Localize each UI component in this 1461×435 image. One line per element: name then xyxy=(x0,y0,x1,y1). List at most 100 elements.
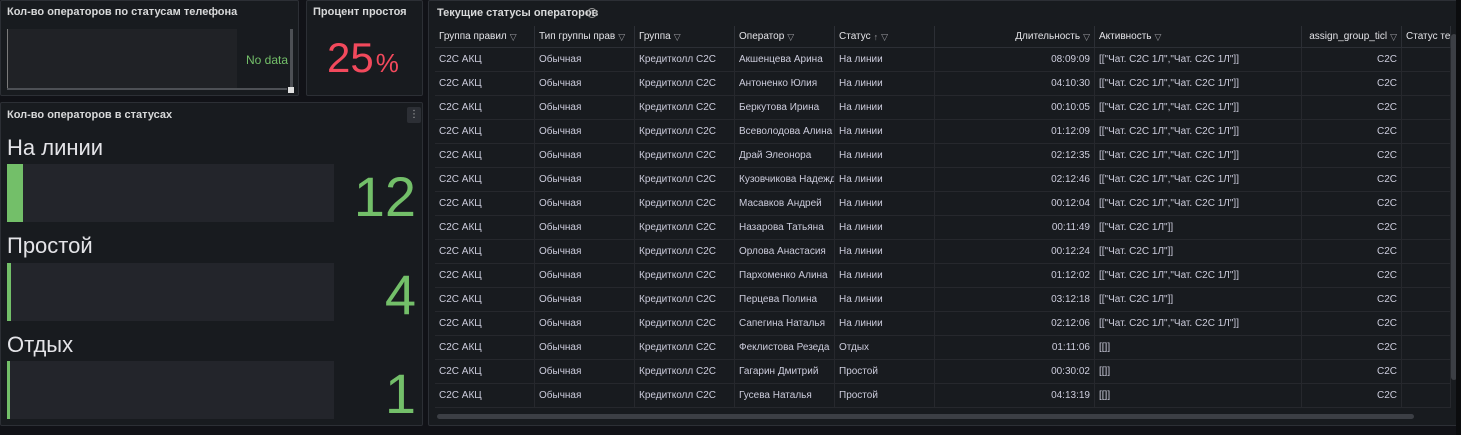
table-cell: C2C xyxy=(1302,312,1402,335)
table-cell: 01:12:02 xyxy=(935,264,1095,287)
table-cell: C2C АКЦ xyxy=(435,264,535,287)
gauge-fill xyxy=(7,164,24,222)
gauge-fill xyxy=(7,361,10,419)
table-row[interactable]: C2C АКЦ Обычная Кредитколл C2C Всеволодова … xyxy=(435,120,1451,144)
table-row[interactable]: C2C АКЦ Обычная Кредитколл C2C Драй Элеонор… xyxy=(435,144,1451,168)
column-header-label: Статус xyxy=(839,30,871,42)
table-cell: [["Чат. C2C 1Л","Чат. C2C 1Л"]] xyxy=(1095,72,1302,95)
column-header[interactable]: Статус ↑ ▽ xyxy=(835,26,935,47)
column-header[interactable]: Длительность ▽ xyxy=(935,26,1095,47)
table-cell: [["Чат. C2C 1Л","Чат. C2C 1Л"]] xyxy=(1095,192,1302,215)
column-header[interactable]: assign_group_ticl ▽ xyxy=(1302,26,1402,47)
resize-handle[interactable] xyxy=(288,87,294,93)
table-row[interactable]: C2C АКЦ Обычная Кредитколл C2C Феклистова Р… xyxy=(435,336,1451,360)
table-cell: C2C xyxy=(1302,192,1402,215)
column-header[interactable]: Активность ▽ xyxy=(1095,26,1302,47)
filter-icon[interactable]: ▽ xyxy=(881,26,888,47)
table-cell: 04:10:30 xyxy=(935,72,1095,95)
table-row[interactable]: C2C АКЦ Обычная Кредитколл C2C Назарова Тат… xyxy=(435,216,1451,240)
gauge-value: 4 xyxy=(384,263,416,326)
table-cell: C2C АКЦ xyxy=(435,120,535,143)
table-cell: На линии xyxy=(835,288,935,311)
table-row[interactable]: C2C АКЦ Обычная Кредитколл C2C Пархоменко А… xyxy=(435,264,1451,288)
table-row[interactable]: C2C АКЦ Обычная Кредитколл C2C Акшенцева Ар… xyxy=(435,48,1451,72)
table-cell: На линии xyxy=(835,264,935,287)
filter-icon[interactable]: ▽ xyxy=(674,26,681,47)
table-cell: C2C xyxy=(1302,216,1402,239)
table-cell: C2C xyxy=(1302,96,1402,119)
gauge-label: На линии xyxy=(7,135,104,160)
column-header[interactable]: Группа ▽ xyxy=(635,26,735,47)
table-row[interactable]: C2C АКЦ Обычная Кредитколл C2C Орлова Анаст… xyxy=(435,240,1451,264)
table-cell: Простой xyxy=(835,360,935,383)
table-row[interactable]: C2C АКЦ Обычная Кредитколл C2C Сапегина Нат… xyxy=(435,312,1451,336)
sort-asc-icon[interactable]: ↑ xyxy=(874,26,879,47)
gauge-fill xyxy=(7,263,11,321)
filter-icon[interactable]: ▽ xyxy=(1155,26,1162,47)
table-cell: Орлова Анастасия xyxy=(735,240,835,263)
column-header[interactable]: Оператор ▽ xyxy=(735,26,835,47)
table-cell: Гагарин Дмитрий xyxy=(735,360,835,383)
table-cell: 03:12:18 xyxy=(935,288,1095,311)
horizontal-scrollbar[interactable] xyxy=(7,88,287,90)
table-cell: C2C xyxy=(1302,240,1402,263)
table-cell: На линии xyxy=(835,312,935,335)
table-row[interactable]: C2C АКЦ Обычная Кредитколл C2C Гусева Натал… xyxy=(435,384,1451,408)
table-cell xyxy=(1402,336,1451,359)
table-cell: Масавков Андрей xyxy=(735,192,835,215)
column-header[interactable]: Статус теле xyxy=(1402,26,1451,47)
table-cell: 02:12:35 xyxy=(935,144,1095,167)
vertical-scrollbar[interactable] xyxy=(290,29,293,89)
filter-icon[interactable]: ▽ xyxy=(1083,26,1090,47)
table-cell: C2C АКЦ xyxy=(435,240,535,263)
table-cell: На линии xyxy=(835,216,935,239)
filter-icon[interactable]: ▽ xyxy=(618,26,625,47)
table-cell: C2C АКЦ xyxy=(435,360,535,383)
table-row[interactable]: C2C АКЦ Обычная Кредитколл C2C Кузовчикова … xyxy=(435,168,1451,192)
table-cell: 00:11:49 xyxy=(935,216,1095,239)
table-cell: На линии xyxy=(835,96,935,119)
table-cell xyxy=(1402,192,1451,215)
table-cell: На линии xyxy=(835,192,935,215)
table-cell: 01:11:06 xyxy=(935,336,1095,359)
gauge-label: Отдых xyxy=(7,332,74,357)
filter-icon[interactable]: ▽ xyxy=(1390,26,1397,47)
phone-status-panel: Кол-во операторов по статусам телефона N… xyxy=(0,0,299,96)
column-header[interactable]: Группа правил ▽ xyxy=(435,26,535,47)
column-header-label: Оператор xyxy=(739,30,785,42)
column-header-label: Группа xyxy=(639,30,671,42)
table-cell: Обычная xyxy=(535,48,635,71)
table-horizontal-scrollbar[interactable] xyxy=(437,414,1414,419)
table-row[interactable]: C2C АКЦ Обычная Кредитколл C2C Гагарин Дмит… xyxy=(435,360,1451,384)
table-row[interactable]: C2C АКЦ Обычная Кредитколл C2C Перцева Поли… xyxy=(435,288,1451,312)
table-cell: Обычная xyxy=(535,264,635,287)
table-row[interactable]: C2C АКЦ Обычная Кредитколл C2C Антоненко Юл… xyxy=(435,72,1451,96)
filter-icon[interactable]: ▽ xyxy=(787,26,794,47)
table-cell: Антоненко Юлия xyxy=(735,72,835,95)
table-cell: Кредитколл C2C xyxy=(635,192,735,215)
gauge-bar xyxy=(7,361,334,419)
table-cell: [["Чат. C2C 1Л","Чат. C2C 1Л"]] xyxy=(1095,120,1302,143)
operators-by-status-panel: Кол-во операторов в статусах ⋮ На линии 1… xyxy=(0,102,423,426)
table-cell: C2C АКЦ xyxy=(435,144,535,167)
table-row[interactable]: C2C АКЦ Обычная Кредитколл C2C Беркутова Ир… xyxy=(435,96,1451,120)
table-cell xyxy=(1402,216,1451,239)
table-cell: C2C xyxy=(1302,144,1402,167)
table-cell: Кредитколл C2C xyxy=(635,288,735,311)
more-vertical-icon[interactable]: ⋮ xyxy=(407,107,421,123)
table-cell: 00:10:05 xyxy=(935,96,1095,119)
table-row[interactable]: C2C АКЦ Обычная Кредитколл C2C Масавков Анд… xyxy=(435,192,1451,216)
table-cell: Обычная xyxy=(535,168,635,191)
gauge-label: Простой xyxy=(7,233,93,258)
info-icon[interactable]: i xyxy=(587,8,597,18)
table-cell: C2C xyxy=(1302,48,1402,71)
table-cell: Кредитколл C2C xyxy=(635,96,735,119)
table-cell: [[]] xyxy=(1095,336,1302,359)
column-header[interactable]: Тип группы прав ▽ xyxy=(535,26,635,47)
table-cell: Обычная xyxy=(535,360,635,383)
filter-icon[interactable]: ▽ xyxy=(510,26,517,47)
table-cell: Кредитколл C2C xyxy=(635,120,735,143)
table-cell: C2C АКЦ xyxy=(435,288,535,311)
table-cell: На линии xyxy=(835,72,935,95)
table-cell xyxy=(1402,288,1451,311)
